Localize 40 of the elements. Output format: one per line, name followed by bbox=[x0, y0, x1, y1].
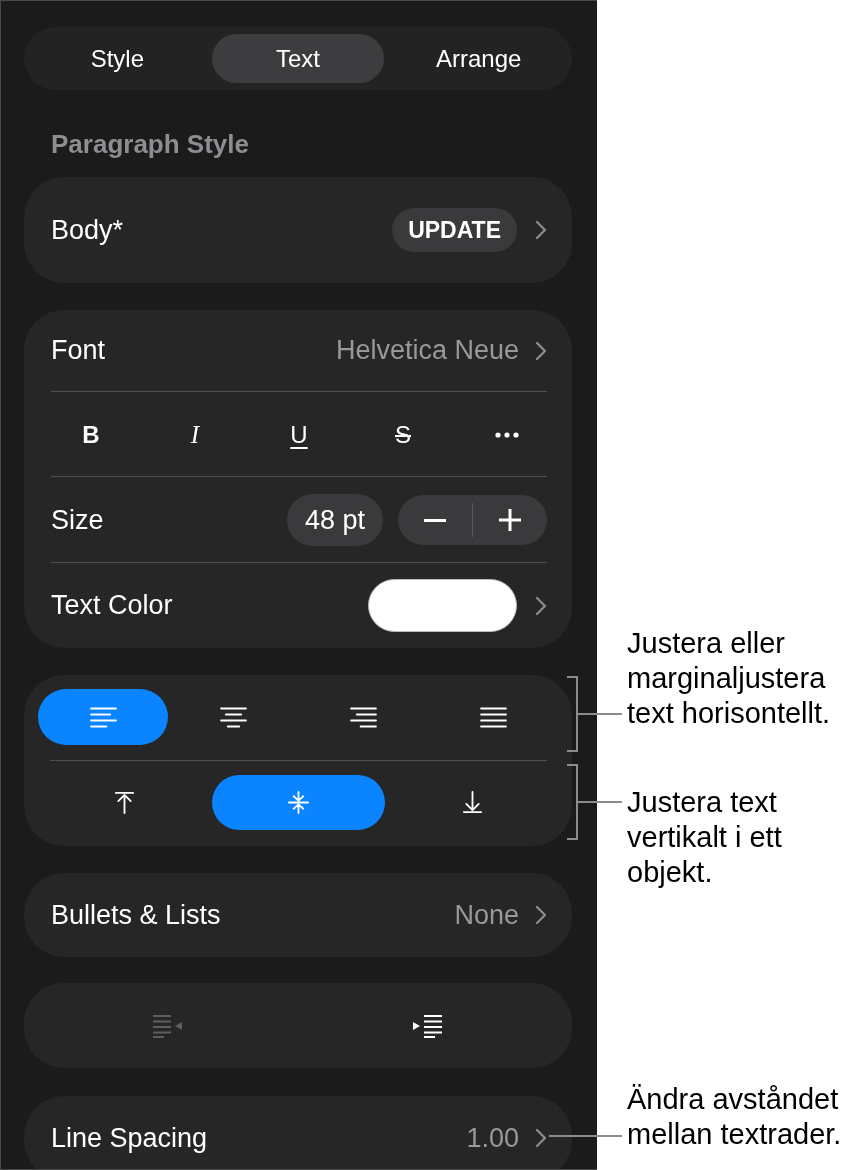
line-spacing-label: Line Spacing bbox=[51, 1122, 209, 1154]
align-bottom-icon bbox=[460, 791, 484, 814]
tab[interactable]: Text bbox=[211, 34, 385, 83]
align-left-button[interactable] bbox=[38, 689, 169, 745]
tab[interactable]: Arrange bbox=[392, 34, 565, 83]
bold-button[interactable]: B bbox=[39, 392, 143, 477]
align-top-icon bbox=[113, 791, 137, 814]
font-value: Helvetica Neue bbox=[335, 335, 519, 366]
align-center-icon bbox=[219, 706, 247, 728]
align-middle-icon bbox=[287, 791, 310, 814]
update-button[interactable]: UPDATE bbox=[392, 208, 517, 252]
section-heading: Paragraph Style bbox=[51, 129, 250, 159]
chevron-right-icon[interactable] bbox=[535, 905, 547, 925]
text-color-label: Text Color bbox=[51, 590, 174, 621]
align-left-icon bbox=[89, 706, 117, 728]
color-swatch-icon[interactable] bbox=[368, 579, 517, 632]
bullets-value: None bbox=[454, 899, 519, 931]
size-label: Size bbox=[51, 504, 105, 536]
minus-icon bbox=[424, 518, 446, 522]
strikethrough-button[interactable]: S bbox=[351, 392, 455, 477]
style-name: Body* bbox=[51, 214, 125, 246]
increase-button[interactable] bbox=[473, 495, 547, 545]
callout-text: Ändra avståndet mellan textrader. bbox=[627, 1082, 843, 1152]
line-spacing-value: 1.00 bbox=[466, 1122, 519, 1154]
callout-text: Justera text vertikalt i ett objekt. bbox=[627, 785, 783, 890]
italic-button[interactable]: I bbox=[143, 392, 247, 477]
align-right-icon bbox=[350, 706, 378, 728]
font-label: Font bbox=[51, 335, 107, 366]
bullets-label: Bullets & Lists bbox=[51, 899, 222, 931]
callout-text: Justera eller marginaljustera text horisontellt. bbox=[627, 626, 832, 731]
size-field[interactable]: 48 pt bbox=[286, 494, 383, 546]
chevron-right-icon[interactable] bbox=[535, 220, 547, 240]
plus-icon bbox=[499, 509, 521, 531]
chevron-right-icon[interactable] bbox=[535, 340, 547, 361]
chevron-right-icon[interactable] bbox=[535, 1128, 547, 1148]
chevron-right-icon[interactable] bbox=[535, 595, 547, 616]
justify-icon bbox=[480, 706, 508, 728]
tab[interactable]: Style bbox=[31, 34, 204, 83]
underline-button[interactable]: U bbox=[247, 392, 351, 477]
more-icon bbox=[495, 431, 519, 438]
